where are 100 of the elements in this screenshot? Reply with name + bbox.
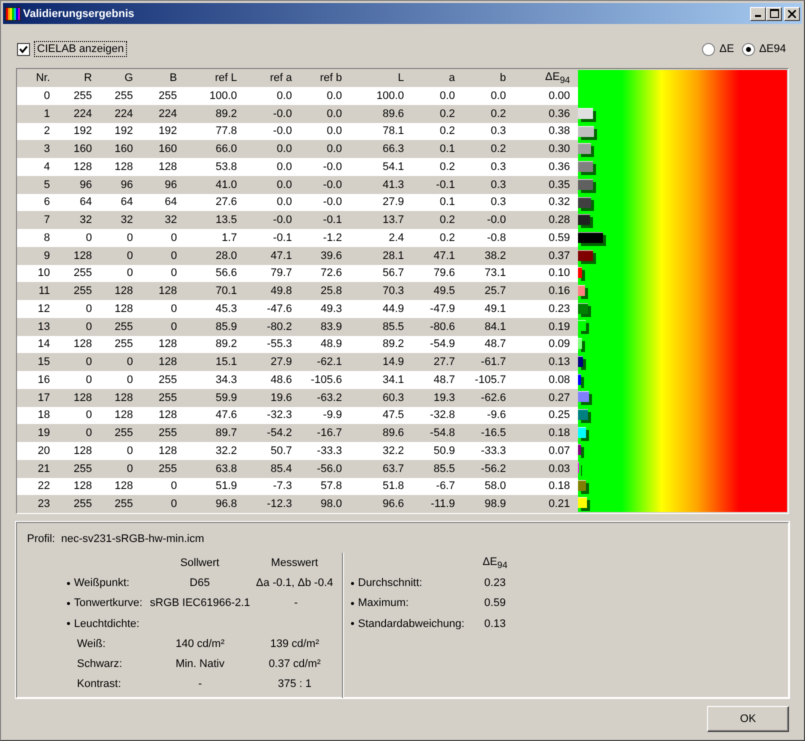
- table-cell-text: -105.7: [474, 374, 506, 386]
- table-cell-text: 17: [36, 392, 50, 404]
- minimize-button[interactable]: [750, 6, 766, 20]
- table-cell-text: 255: [72, 267, 92, 280]
- table-cell-text: -0.0: [272, 214, 292, 226]
- column-header: Sollwert: [179, 557, 220, 570]
- table-cell-text: 10: [36, 267, 50, 280]
- measured-value: 375 : 1: [276, 678, 312, 690]
- column-header: G: [123, 72, 133, 84]
- table-cell-text: 128: [158, 338, 177, 350]
- table-cell-text: 96: [120, 178, 133, 191]
- table-cell-text: 255: [158, 462, 177, 475]
- table-cell-text: 0.0: [276, 143, 292, 156]
- table-cell-text: 0: [126, 267, 133, 280]
- metric-radio[interactable]: ΔE94: [742, 42, 786, 56]
- minimize-icon: [755, 15, 761, 17]
- table-cell-text: 0.19: [548, 320, 570, 333]
- table-cell-text: 128: [72, 338, 92, 350]
- table-cell-text: 49.5: [432, 285, 455, 298]
- table-cell-text: -0.0: [322, 196, 342, 208]
- table-cell-text: -33.3: [480, 444, 506, 457]
- table-cell-text: 128: [114, 285, 133, 298]
- table-cell-text: 0.07: [548, 444, 570, 457]
- table-cell-text: -62.1: [316, 356, 342, 368]
- table-cell-text: 0: [170, 232, 177, 244]
- table-cell-text: -0.0: [322, 160, 342, 173]
- item-label: Schwarz:: [77, 658, 122, 670]
- table-cell-text: 0.2: [490, 108, 506, 120]
- table-cell-text: 128: [114, 160, 133, 173]
- bullet-icon: [351, 602, 354, 605]
- table-cell-text: 28.0: [214, 250, 237, 262]
- table-cell-text: -55.3: [266, 338, 292, 350]
- table-cell-text: -105.6: [310, 374, 342, 386]
- table-cell-text: -32.3: [266, 409, 292, 422]
- table-cell-text: 0: [170, 480, 177, 492]
- table-cell-text: 49.8: [270, 285, 292, 298]
- table-cell-text: 27.9: [382, 196, 404, 208]
- table-cell-text: 15: [36, 356, 50, 368]
- table-cell-text: -0.1: [435, 178, 455, 191]
- table-cell-text: 0.21: [548, 498, 570, 510]
- table-cell-text: 0.0: [326, 125, 342, 138]
- table-cell-text: 0.3: [490, 178, 506, 191]
- target-value: Min. Nativ: [174, 658, 226, 670]
- table-cell-text: 0.30: [548, 143, 570, 156]
- table-cell-text: 0.0: [490, 90, 506, 102]
- table-cell-text: 96: [78, 178, 92, 191]
- table-cell-text: -63.2: [316, 392, 342, 404]
- table-cell-text: 59.9: [214, 392, 237, 404]
- table-cell-text: 51.8: [382, 480, 404, 492]
- table-cell-text: 128: [72, 392, 92, 404]
- table-cell-text: 15.1: [214, 356, 237, 368]
- table-cell-text: 160: [114, 143, 133, 156]
- table-cell-text: 57.8: [320, 480, 342, 492]
- table-cell-text: 255: [114, 427, 133, 440]
- table-cell-text: 0: [170, 302, 177, 315]
- table-cell-text: 0: [84, 232, 92, 244]
- close-icon: [788, 10, 796, 18]
- table-cell-text: -0.0: [272, 125, 292, 138]
- table-cell-text: 21: [36, 462, 50, 475]
- table-cell-text: 255: [114, 498, 133, 510]
- table-cell-text: 13.7: [382, 214, 404, 226]
- table-cell-text: 224: [158, 108, 177, 120]
- table-cell-text: -0.1: [322, 214, 342, 226]
- table-cell-text: 255: [114, 90, 133, 102]
- table-cell-text: 0.16: [548, 285, 570, 298]
- table-cell-text: 89.6: [382, 427, 404, 440]
- table-cell-text: 14: [36, 338, 50, 350]
- ok-button[interactable]: OK: [707, 706, 789, 732]
- table-cell-text: -0.0: [272, 108, 292, 120]
- table-cell-text: -54.2: [266, 427, 292, 440]
- table-cell-text: 3: [42, 143, 50, 156]
- table-cell-text: -9.9: [322, 409, 342, 422]
- column-header: a: [448, 72, 455, 84]
- table-cell-text: 84.1: [484, 320, 506, 333]
- table-cell-text: 0.0: [276, 160, 292, 173]
- table-cell-text: 32: [164, 214, 177, 226]
- maximize-button[interactable]: [766, 6, 782, 20]
- table-cell-text: 44.9: [382, 302, 404, 315]
- table-cell-text: 0.0: [438, 90, 455, 102]
- column-header: B: [168, 72, 177, 84]
- table-cell-text: 32.2: [214, 444, 237, 457]
- column-header: R: [83, 72, 92, 84]
- table-cell-text: 22: [36, 480, 50, 492]
- close-button[interactable]: [784, 6, 800, 20]
- table-cell-text: 192: [158, 125, 177, 138]
- stat-value: 0.13: [483, 618, 507, 630]
- table-cell-text: 255: [72, 90, 92, 102]
- table-cell-text: -61.7: [480, 356, 506, 368]
- measured-value: 139 cd/m²: [269, 638, 320, 650]
- table-cell-text: 64: [120, 196, 133, 208]
- table-cell-text: 192: [72, 125, 92, 138]
- table-cell-text: 160: [158, 143, 177, 156]
- table-cell-text: 0.09: [548, 338, 570, 350]
- table-cell-text: 128: [158, 444, 177, 457]
- metric-radio[interactable]: ΔE: [702, 42, 734, 56]
- table-cell-text: -11.9: [430, 498, 455, 510]
- table-cell-text: 63.8: [214, 462, 237, 475]
- table-cell-text: 0.0: [276, 178, 292, 191]
- table-cell-text: 0: [126, 250, 133, 262]
- table-cell-text: 128: [158, 160, 177, 173]
